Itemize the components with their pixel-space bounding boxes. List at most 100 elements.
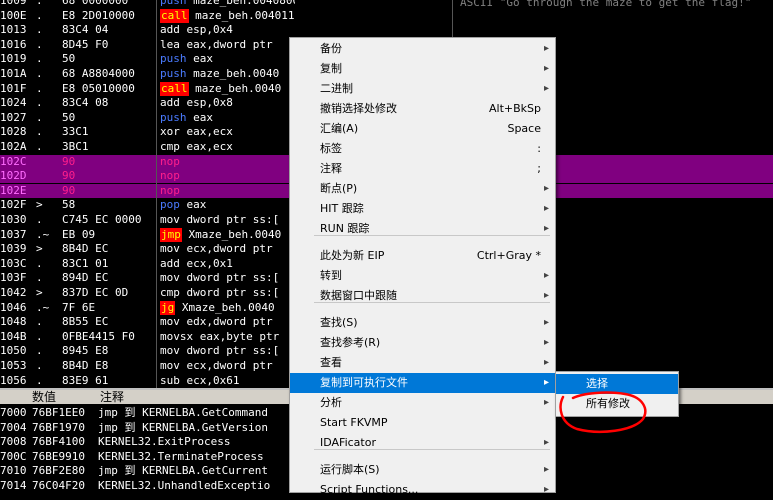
instruction: xor eax,ecx — [160, 125, 295, 139]
flow-marker: .~ — [36, 227, 50, 241]
column-header-comment[interactable]: 注释 — [100, 390, 124, 404]
address: 1016 — [0, 37, 27, 51]
instruction: cmp eax,ecx — [160, 140, 295, 154]
disasm-row[interactable]: 1009. 68 0000000 push maze_beh.00408000 — [0, 0, 773, 8]
dump-address: 7000 — [0, 406, 27, 419]
menu-item[interactable]: 撤销选择处修改 Alt+BkSp — [290, 99, 555, 119]
dump-value: 76BE9910 — [32, 449, 85, 463]
submenu-arrow-icon: ▸ — [543, 203, 549, 214]
mnemonic: push — [160, 0, 187, 7]
hex-bytes: 83C4 08 — [62, 96, 109, 110]
instruction: nop — [160, 184, 295, 198]
hex-bytes: E8 05010000 — [62, 81, 135, 95]
address: 102E — [0, 183, 27, 197]
menu-item[interactable]: 备份 ▸ — [290, 39, 555, 59]
instruction: push maze_beh.0040 — [160, 67, 295, 81]
dump-address: 7004 — [0, 420, 27, 434]
flow-marker: . — [36, 329, 43, 343]
instruction: mov ecx,dword ptr — [160, 359, 295, 373]
submenu-arrow-icon: ▸ — [543, 43, 549, 54]
instruction: nop — [160, 169, 295, 183]
hex-bytes: EB 09 — [62, 227, 96, 241]
menu-item[interactable]: 查看 ▸ — [290, 353, 555, 373]
mnemonic: jmp — [160, 227, 182, 242]
operands: dword ptr ss:[ — [186, 213, 280, 226]
address: 102A — [0, 140, 27, 153]
menu-item-label: 断点(P) — [320, 182, 358, 195]
mnemonic: mov — [160, 213, 180, 226]
menu-item[interactable]: 标签: — [290, 139, 555, 159]
menu-item-label: 二进制 — [320, 82, 353, 95]
hex-bytes: 83C1 01 — [62, 256, 109, 270]
hex-bytes: 83C4 04 — [62, 23, 109, 37]
context-menu: 备份 ▸ 复制 ▸ 二进制 ▸ 撤销选择处修改 Alt+BkSp 汇编(A) Space 标签: 注释… — [289, 37, 556, 496]
menu-item-label: 查看 — [320, 356, 342, 369]
menu-item[interactable]: 转到 ▸ — [290, 266, 555, 286]
operands: maze_beh.0040 — [195, 81, 282, 95]
mnemonic: push — [160, 110, 187, 124]
menu-item[interactable]: Script Functions... ▸ — [290, 480, 555, 500]
menu-item[interactable]: 二进制 ▸ — [290, 79, 555, 99]
dump-address: 7014 — [0, 478, 27, 492]
menu-item-label: 备份 — [320, 42, 342, 55]
instruction: push maze_beh.00408000 — [160, 0, 295, 8]
mnemonic: xor — [160, 125, 180, 139]
operands: maze_beh.00408000 — [193, 0, 295, 7]
flow-marker: > — [36, 198, 43, 212]
menu-item[interactable]: Start FKVMP — [290, 413, 555, 433]
address: 101F — [0, 81, 27, 95]
operands: edx,dword ptr — [186, 315, 273, 329]
disasm-row[interactable]: 100E. E8 2D010000 call maze_beh.00401140 — [0, 8, 773, 23]
instruction: add esp,0x8 — [160, 96, 295, 110]
operands: Xmaze_beh.0040 — [181, 300, 275, 314]
menu-separator — [314, 235, 550, 236]
disasm-row[interactable]: 1013. 83C4 04 add esp,0x4 — [0, 23, 773, 37]
menu-item-label: 撤销选择处修改 — [320, 102, 397, 115]
hex-bytes: 7F 6E — [62, 300, 96, 314]
menu-item[interactable]: 此处为新 EIP Ctrl+Gray * — [290, 246, 555, 266]
menu-item[interactable]: 汇编(A) Space — [290, 119, 555, 139]
address: 100E — [0, 8, 27, 22]
operands: maze_beh.00401140 — [195, 8, 295, 22]
mnemonic: mov — [160, 242, 180, 256]
column-header-value[interactable]: 数值 — [32, 390, 56, 404]
instruction: mov dword ptr ss:[ — [160, 213, 295, 227]
dump-value: 76BF2E80 — [32, 464, 85, 477]
menu-item[interactable]: 分析 ▸ — [290, 393, 555, 413]
flow-marker: . — [36, 125, 43, 139]
dump-comment: KERNEL32.TerminateProcess — [98, 449, 264, 463]
address: 103F — [0, 271, 27, 285]
mnemonic: add — [160, 256, 180, 270]
menu-item[interactable]: IDAFicator ▸ — [290, 433, 555, 453]
menu-item[interactable]: 复制到可执行文件 ▸ — [290, 373, 555, 393]
address: 1042 — [0, 286, 27, 299]
hex-bytes: 90 — [62, 154, 76, 168]
menu-item[interactable]: HIT 跟踪 ▸ — [290, 199, 555, 219]
instruction: jg Xmaze_beh.0040 — [160, 300, 295, 315]
submenu-arrow-icon: ▸ — [543, 437, 549, 448]
mnemonic: cmp — [160, 140, 180, 153]
menu-item[interactable]: 复制 ▸ — [290, 59, 555, 79]
menu-item[interactable]: 注释; — [290, 159, 555, 179]
menu-item[interactable]: 断点(P) ▸ — [290, 179, 555, 199]
operands: eax — [186, 198, 207, 212]
flow-marker: . — [36, 344, 43, 358]
menu-item[interactable]: 查找参考(R) ▸ — [290, 333, 555, 353]
menu-item-label: 转到 — [320, 269, 342, 282]
mnemonic: add — [160, 96, 180, 110]
address: 1048 — [0, 315, 27, 329]
menu-item[interactable]: RUN 跟踪 ▸ — [290, 219, 555, 239]
operands: eax,ecx — [186, 125, 233, 139]
menu-item-label: 数据窗口中跟随 — [320, 289, 397, 302]
address: 1027 — [0, 110, 27, 124]
dump-value: 76C04F20 — [32, 478, 85, 492]
menu-item[interactable]: 运行脚本(S) ▸ — [290, 460, 555, 480]
menu-item[interactable]: 数据窗口中跟随 ▸ — [290, 286, 555, 306]
hex-bytes: 50 — [62, 52, 76, 66]
menu-item-label: 运行脚本(S) — [320, 463, 380, 476]
mnemonic: push — [160, 52, 187, 66]
flow-marker: . — [36, 213, 43, 226]
address: 102D — [0, 169, 27, 183]
menu-item[interactable]: 查找(S) ▸ — [290, 313, 555, 333]
operands: eax — [193, 52, 213, 66]
